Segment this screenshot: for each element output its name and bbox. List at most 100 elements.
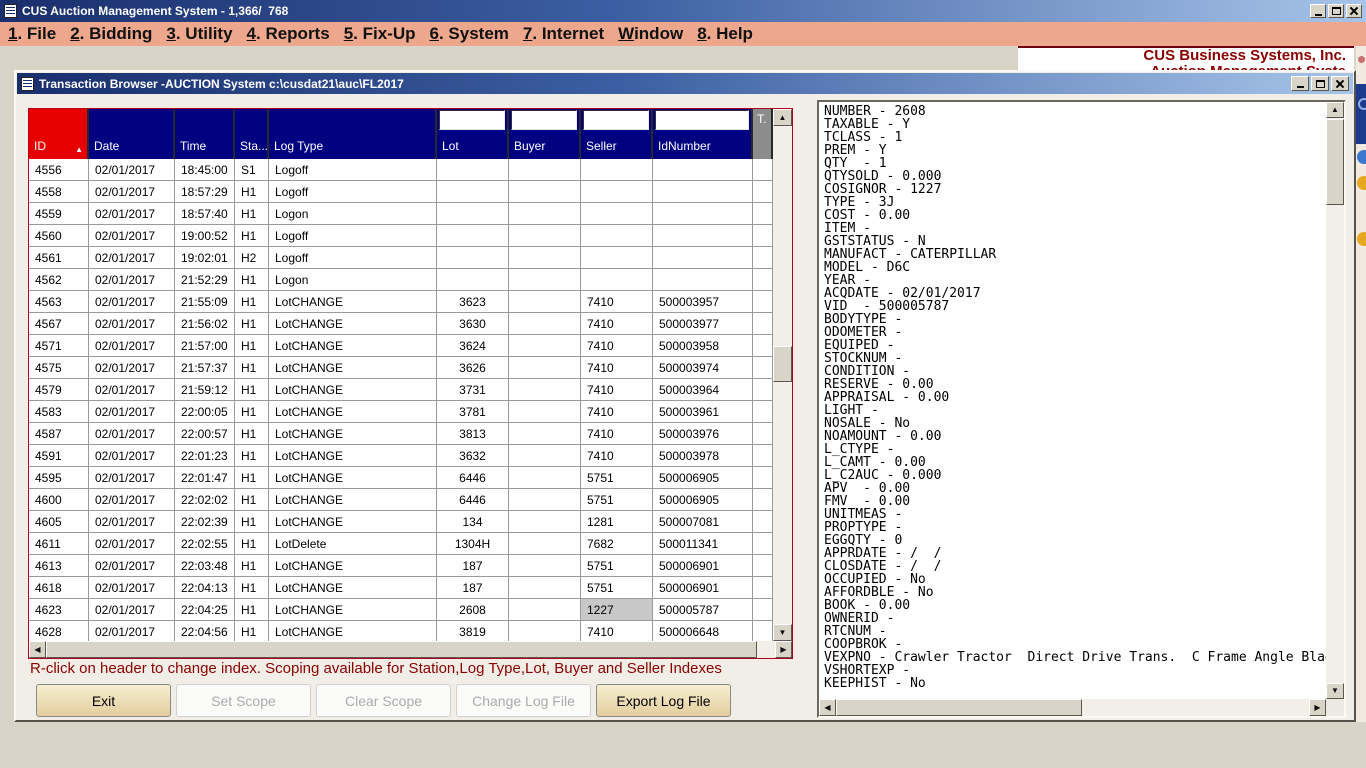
cell-logtype[interactable]: LotCHANGE [269, 489, 437, 511]
cell-station[interactable]: H1 [235, 203, 269, 225]
cell-station[interactable]: H1 [235, 467, 269, 489]
cell-lot[interactable]: 3813 [437, 423, 509, 445]
cell-t[interactable] [753, 401, 773, 423]
cell-t[interactable] [753, 599, 773, 621]
table-row[interactable]: 456102/01/201719:02:01H2Logoff [29, 247, 773, 269]
table-row[interactable]: 462802/01/201722:04:56H1LotCHANGE3819741… [29, 621, 773, 641]
cell-lot[interactable]: 1304H [437, 533, 509, 555]
cell-lot[interactable]: 134 [437, 511, 509, 533]
cell-t[interactable] [753, 423, 773, 445]
cell-buyer[interactable] [509, 291, 581, 313]
cell-station[interactable]: H1 [235, 313, 269, 335]
cell-station[interactable]: H1 [235, 599, 269, 621]
cell-idnumber[interactable]: 500006648 [653, 621, 753, 641]
cell-logtype[interactable]: LotCHANGE [269, 423, 437, 445]
cell-station[interactable]: H1 [235, 423, 269, 445]
cell-lot[interactable]: 187 [437, 577, 509, 599]
export-log-file-button[interactable]: Export Log File [596, 684, 731, 717]
cell-logtype[interactable]: Logon [269, 203, 437, 225]
detail-horizontal-scrollbar[interactable]: ◀ ▶ [819, 699, 1326, 716]
cell-buyer[interactable] [509, 225, 581, 247]
cell-idnumber[interactable]: 500003964 [653, 379, 753, 401]
column-header-station[interactable]: Sta... [235, 109, 269, 159]
cell-lot[interactable] [437, 225, 509, 247]
cell-buyer[interactable] [509, 379, 581, 401]
cell-station[interactable]: H1 [235, 269, 269, 291]
cell-station[interactable]: H1 [235, 225, 269, 247]
cell-seller[interactable]: 5751 [581, 489, 653, 511]
cell-seller[interactable]: 7410 [581, 445, 653, 467]
cell-date[interactable]: 02/01/2017 [89, 467, 175, 489]
cell-seller[interactable]: 7410 [581, 291, 653, 313]
cell-buyer[interactable] [509, 269, 581, 291]
detail-scroll-right-button[interactable]: ▶ [1309, 699, 1326, 716]
cell-seller[interactable]: 7410 [581, 357, 653, 379]
cell-buyer[interactable] [509, 159, 581, 181]
cell-time[interactable]: 19:02:01 [175, 247, 235, 269]
cell-seller[interactable] [581, 203, 653, 225]
cell-date[interactable]: 02/01/2017 [89, 445, 175, 467]
cell-seller[interactable] [581, 159, 653, 181]
cell-time[interactable]: 22:01:47 [175, 467, 235, 489]
cell-logtype[interactable]: Logoff [269, 159, 437, 181]
cell-time[interactable]: 21:56:02 [175, 313, 235, 335]
cell-lot[interactable]: 3630 [437, 313, 509, 335]
cell-station[interactable]: H1 [235, 379, 269, 401]
table-row[interactable]: 455902/01/201718:57:40H1Logon [29, 203, 773, 225]
cell-t[interactable] [753, 467, 773, 489]
cell-date[interactable]: 02/01/2017 [89, 181, 175, 203]
grid-scroll-right-button[interactable]: ▶ [775, 641, 792, 658]
cell-id[interactable]: 4571 [29, 335, 89, 357]
cell-buyer[interactable] [509, 621, 581, 641]
clear-scope-button[interactable]: Clear Scope [316, 684, 451, 717]
cell-buyer[interactable] [509, 445, 581, 467]
cell-lot[interactable]: 3819 [437, 621, 509, 641]
cell-station[interactable]: H1 [235, 533, 269, 555]
grid-vertical-scrollbar[interactable]: ▲ ▼ [773, 109, 792, 641]
cell-id[interactable]: 4591 [29, 445, 89, 467]
maximize-button[interactable] [1328, 4, 1344, 18]
cell-t[interactable] [753, 291, 773, 313]
cell-idnumber[interactable] [653, 203, 753, 225]
cell-t[interactable] [753, 269, 773, 291]
cell-time[interactable]: 21:52:29 [175, 269, 235, 291]
cell-logtype[interactable]: LotCHANGE [269, 445, 437, 467]
grid-vscroll-thumb[interactable] [773, 346, 792, 382]
cell-t[interactable] [753, 577, 773, 599]
cell-idnumber[interactable]: 500003958 [653, 335, 753, 357]
cell-t[interactable] [753, 335, 773, 357]
cell-lot[interactable]: 187 [437, 555, 509, 577]
cell-time[interactable]: 22:02:39 [175, 511, 235, 533]
cell-date[interactable]: 02/01/2017 [89, 357, 175, 379]
cell-idnumber[interactable]: 500005787 [653, 599, 753, 621]
cell-station[interactable]: H1 [235, 291, 269, 313]
grid-scroll-left-button[interactable]: ◀ [29, 641, 46, 658]
cell-date[interactable]: 02/01/2017 [89, 511, 175, 533]
cell-station[interactable]: H1 [235, 511, 269, 533]
cell-id[interactable]: 4575 [29, 357, 89, 379]
cell-station[interactable]: H1 [235, 181, 269, 203]
cell-logtype[interactable]: LotCHANGE [269, 555, 437, 577]
table-row[interactable]: 460502/01/201722:02:39H1LotCHANGE1341281… [29, 511, 773, 533]
transaction-maximize-button[interactable] [1311, 76, 1329, 91]
cell-logtype[interactable]: LotCHANGE [269, 511, 437, 533]
cell-seller[interactable] [581, 269, 653, 291]
cell-logtype[interactable]: LotCHANGE [269, 335, 437, 357]
cell-id[interactable]: 4600 [29, 489, 89, 511]
menu-system[interactable]: 6. System [430, 24, 509, 44]
cell-time[interactable]: 18:57:40 [175, 203, 235, 225]
cell-station[interactable]: S1 [235, 159, 269, 181]
table-row[interactable]: 459102/01/201722:01:23H1LotCHANGE3632741… [29, 445, 773, 467]
cell-seller[interactable]: 1227 [581, 599, 653, 621]
cell-t[interactable] [753, 445, 773, 467]
cell-id[interactable]: 4623 [29, 599, 89, 621]
column-header-id[interactable]: ID▲ [29, 109, 89, 159]
cell-date[interactable]: 02/01/2017 [89, 203, 175, 225]
cell-id[interactable]: 4562 [29, 269, 89, 291]
cell-buyer[interactable] [509, 181, 581, 203]
cell-time[interactable]: 21:55:09 [175, 291, 235, 313]
cell-buyer[interactable] [509, 203, 581, 225]
cell-logtype[interactable]: LotDelete [269, 533, 437, 555]
cell-idnumber[interactable]: 500003978 [653, 445, 753, 467]
column-header-idnumber[interactable]: IdNumber [653, 109, 753, 159]
